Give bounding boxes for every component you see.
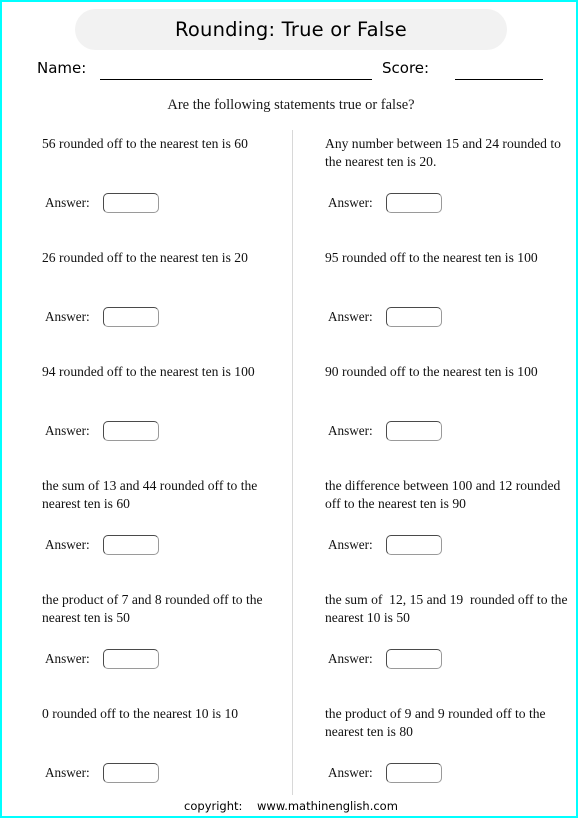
- footer-copyright: copyright: www.mathinenglish.com: [184, 799, 398, 813]
- title-bar: Rounding: True or False: [75, 9, 507, 50]
- name-score-row: Name: Score:: [2, 59, 578, 85]
- answer-label: Answer:: [45, 309, 90, 324]
- question-text: 95 rounded off to the nearest ten is 100: [325, 250, 538, 265]
- answer-input-box[interactable]: [385, 421, 442, 441]
- answer-row: Answer:: [45, 535, 159, 555]
- score-label: Score:: [382, 59, 430, 77]
- answer-row: Answer:: [328, 307, 442, 327]
- column-divider: [292, 130, 294, 795]
- answer-row: Answer:: [328, 649, 442, 669]
- question-text: the product of 9 and 9 rounded off to th…: [325, 706, 549, 739]
- answer-input-box[interactable]: [385, 763, 442, 783]
- worksheet-page: Rounding: True or False Name: Score: Are…: [0, 0, 578, 818]
- answer-input-box[interactable]: [102, 193, 159, 213]
- answer-row: Answer:: [45, 763, 159, 783]
- question-item: the difference between 100 and 12 rounde…: [325, 477, 573, 591]
- answer-label: Answer:: [328, 195, 373, 210]
- answer-label: Answer:: [328, 537, 373, 552]
- answer-label: Answer:: [328, 309, 373, 324]
- answer-label: Answer:: [45, 195, 90, 210]
- question-item: 95 rounded off to the nearest ten is 100…: [325, 249, 573, 363]
- question-text: the difference between 100 and 12 rounde…: [325, 478, 564, 511]
- question-text: the sum of 12, 15 and 19 rounded off to …: [325, 592, 571, 625]
- question-text: the product of 7 and 8 rounded off to th…: [42, 592, 266, 625]
- question-text: 56 rounded off to the nearest ten is 60: [42, 136, 248, 151]
- question-text: 90 rounded off to the nearest ten is 100: [325, 364, 538, 379]
- answer-row: Answer:: [328, 763, 442, 783]
- page-title: Rounding: True or False: [175, 18, 407, 41]
- answer-label: Answer:: [45, 765, 90, 780]
- instruction-text: Are the following statements true or fal…: [167, 97, 415, 113]
- question-text: Any number between 15 and 24 rounded to …: [325, 136, 565, 169]
- question-item: the sum of 13 and 44 rounded off to the …: [42, 477, 287, 591]
- answer-input-box[interactable]: [385, 307, 442, 327]
- question-item: 90 rounded off to the nearest ten is 100…: [325, 363, 573, 477]
- answer-input-box[interactable]: [102, 763, 159, 783]
- question-column-right: Any number between 15 and 24 rounded to …: [325, 135, 573, 819]
- question-column-left: 56 rounded off to the nearest ten is 60 …: [42, 135, 287, 819]
- name-label: Name:: [37, 59, 87, 77]
- question-item: 94 rounded off to the nearest ten is 100…: [42, 363, 287, 477]
- question-item: 56 rounded off to the nearest ten is 60 …: [42, 135, 287, 249]
- answer-row: Answer:: [45, 193, 159, 213]
- answer-row: Answer:: [328, 193, 442, 213]
- score-write-line[interactable]: [455, 79, 543, 80]
- answer-row: Answer:: [45, 307, 159, 327]
- question-item: the sum of 12, 15 and 19 rounded off to …: [325, 591, 573, 705]
- answer-row: Answer:: [45, 649, 159, 669]
- answer-label: Answer:: [45, 651, 90, 666]
- answer-label: Answer:: [328, 651, 373, 666]
- answer-input-box[interactable]: [385, 193, 442, 213]
- answer-input-box[interactable]: [102, 649, 159, 669]
- answer-row: Answer:: [45, 421, 159, 441]
- answer-row: Answer:: [328, 535, 442, 555]
- answer-input-box[interactable]: [385, 535, 442, 555]
- answer-row: Answer:: [328, 421, 442, 441]
- answer-input-box[interactable]: [102, 535, 159, 555]
- question-text: 0 rounded off to the nearest 10 is 10: [42, 706, 239, 721]
- question-item: the product of 7 and 8 rounded off to th…: [42, 591, 287, 705]
- question-text: the sum of 13 and 44 rounded off to the …: [42, 478, 261, 511]
- answer-input-box[interactable]: [385, 649, 442, 669]
- answer-label: Answer:: [45, 537, 90, 552]
- answer-input-box[interactable]: [102, 421, 159, 441]
- question-text: 26 rounded off to the nearest ten is 20: [42, 250, 248, 265]
- question-item: 26 rounded off to the nearest ten is 20 …: [42, 249, 287, 363]
- question-item: Any number between 15 and 24 rounded to …: [325, 135, 573, 249]
- answer-label: Answer:: [328, 423, 373, 438]
- name-write-line[interactable]: [100, 79, 372, 80]
- answer-input-box[interactable]: [102, 307, 159, 327]
- answer-label: Answer:: [328, 765, 373, 780]
- answer-label: Answer:: [45, 423, 90, 438]
- question-text: 94 rounded off to the nearest ten is 100: [42, 364, 255, 379]
